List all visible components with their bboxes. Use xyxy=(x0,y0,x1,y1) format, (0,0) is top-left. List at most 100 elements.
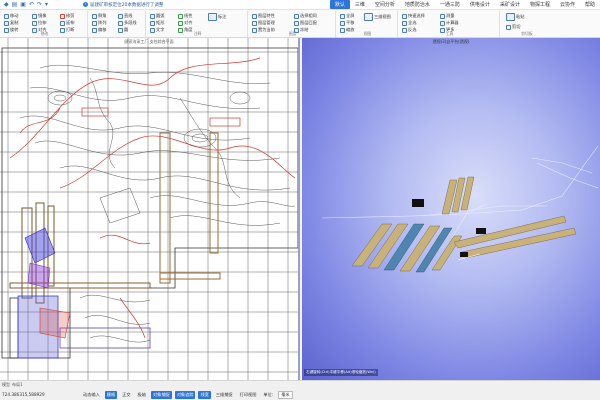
dimension-button[interactable]: 标注 xyxy=(208,13,226,21)
tab-model[interactable]: 模型 xyxy=(2,382,10,388)
calculator-button[interactable]: 计算器 xyxy=(440,20,459,26)
layer-manager-button[interactable]: 图层管理 xyxy=(252,20,275,26)
copy-button[interactable]: 复制 xyxy=(4,20,18,26)
arc-button[interactable]: 圆弧 xyxy=(150,13,164,19)
rectangle-button[interactable]: 矩形 xyxy=(150,20,164,26)
dropdown-icon[interactable]: ▾ xyxy=(45,1,48,8)
polyline-button[interactable]: 多段线 xyxy=(118,20,137,26)
group-label-layer: 图层 xyxy=(288,31,297,36)
select-all-button[interactable]: 全选 xyxy=(402,20,416,26)
offset-label: 偏移 xyxy=(98,27,107,32)
perspective-view-3d[interactable]: 透视(3)自平台(透视) 右键旋转(Ctrl)中键平移(Alt)滚轮缩放(Wnl… xyxy=(302,38,600,380)
pan-button[interactable]: 平移 xyxy=(340,20,354,26)
group-label-view: 视图 xyxy=(363,31,372,36)
arc-icon xyxy=(150,13,155,19)
toggle-object-track[interactable]: 对象追踪 xyxy=(174,390,196,399)
cut-button[interactable]: 剪切 xyxy=(506,24,520,30)
rectangle-icon xyxy=(150,20,155,26)
select-same-button[interactable]: 选择相同 xyxy=(294,13,317,19)
toggle-print-view[interactable]: 打印视图 xyxy=(238,391,259,399)
aligned-dim-button[interactable]: 对齐 xyxy=(178,20,192,26)
plan-view-2d[interactable]: 顾家沟采工厂 支柱综合平面 xyxy=(0,38,300,380)
plan-drawing xyxy=(0,38,298,380)
extend-label: 延伸 xyxy=(66,20,75,25)
extend-button[interactable]: 延伸 xyxy=(60,20,74,26)
paste-button[interactable]: 粘贴 xyxy=(506,13,524,21)
trim-button[interactable]: 修剪 xyxy=(60,13,74,19)
title-bar: ◆ ▤ ▣ ↶ ↷ ▾ i 届建矿审核定位20本数据进行了调整 默认 三维 空间… xyxy=(0,0,600,10)
quick-select-button[interactable]: 快速选择 xyxy=(402,13,425,19)
pan-label: 平移 xyxy=(346,20,355,25)
undo-icon[interactable]: ↶ xyxy=(29,1,34,8)
array-label: 阵列 xyxy=(98,20,107,25)
move-button[interactable]: 移动 xyxy=(4,13,18,19)
dimension-label: 标注 xyxy=(218,14,227,19)
redo-icon[interactable]: ↷ xyxy=(37,1,42,8)
dimension-icon xyxy=(208,13,217,21)
menu-power-design[interactable]: 供电设计 xyxy=(465,0,495,9)
layer-match-icon xyxy=(294,20,299,26)
layer-properties-icon xyxy=(252,13,257,19)
ribbon-group-annotate: 圆弧 矩形 文字 线性 对齐 角度 标注 注释 xyxy=(148,11,248,37)
save-icon[interactable]: ▣ xyxy=(20,1,26,8)
ribbon-group-modify: 移动 复制 旋转 镜像 拉伸 对齐 修剪 延伸 打断 修改 xyxy=(2,11,88,37)
stretch-button[interactable]: 拉伸 xyxy=(32,20,46,26)
mirror-icon xyxy=(32,13,37,19)
layer-properties-button[interactable]: 图层特性 xyxy=(252,13,275,19)
menu-default[interactable]: 默认 xyxy=(329,0,350,9)
layer-match-button[interactable]: 图层匹配 xyxy=(294,20,317,26)
line-icon xyxy=(118,13,123,19)
ribbon-group-view: 全屏 平移 缩放 三维视图 视图 xyxy=(338,11,398,37)
app-icon[interactable]: ◆ xyxy=(4,1,9,8)
trim-icon xyxy=(60,13,65,19)
select-same-icon xyxy=(294,13,299,19)
quick-select-label: 快速选择 xyxy=(408,13,425,18)
menu-mining-design[interactable]: 采矿设计 xyxy=(495,0,525,9)
menu-geology-water[interactable]: 地质防治水 xyxy=(400,0,435,9)
toggle-dynamic-input[interactable]: 动态输入 xyxy=(81,391,102,399)
paste-label: 粘贴 xyxy=(516,14,525,19)
ribbon-group-tools: 快速选择 全选 反选 测量 计算器 更多 工具 xyxy=(400,11,500,37)
aligned-dim-label: 对齐 xyxy=(184,20,193,25)
toggle-grid[interactable]: 栅格 xyxy=(104,390,118,399)
ribbon-group-modify-more: 倒角 阵列 偏移 直线 多段线 圆 xyxy=(90,11,146,37)
tab-layout1[interactable]: 布局1 xyxy=(12,382,23,388)
toggle-lineweight[interactable]: 线宽 xyxy=(198,390,211,399)
toggle-polar[interactable]: 极轴 xyxy=(136,391,148,399)
circle-icon xyxy=(118,27,123,33)
copy-label: 复制 xyxy=(10,20,19,25)
fillet-button[interactable]: 倒角 xyxy=(92,13,106,19)
toggle-3d-snap[interactable]: 三维捕捉 xyxy=(214,391,235,399)
array-icon xyxy=(92,20,97,26)
toggle-object-snap[interactable]: 对象捕捉 xyxy=(150,390,172,399)
offset-button[interactable]: 偏移 xyxy=(92,27,106,33)
line-button[interactable]: 直线 xyxy=(118,13,132,19)
notice-banner[interactable]: i 届建矿审核定位20本数据进行了调整 xyxy=(83,2,234,8)
menu-3d[interactable]: 三维 xyxy=(350,0,370,9)
linear-dim-label: 线性 xyxy=(184,13,193,18)
unit-select[interactable]: 毫米 xyxy=(278,390,293,399)
fullscreen-icon xyxy=(340,13,345,19)
toggle-ortho[interactable]: 正交 xyxy=(120,391,132,399)
open-icon[interactable]: ▤ xyxy=(12,1,18,8)
cursor-coordinates: 724.386315,588929 xyxy=(2,392,45,397)
mirror-button[interactable]: 镜像 xyxy=(32,13,46,19)
array-button[interactable]: 阵列 xyxy=(92,20,106,26)
aligned-dim-icon xyxy=(178,20,183,26)
menu-ventilation[interactable]: 一通三防 xyxy=(435,0,465,9)
measure-button[interactable]: 测量 xyxy=(440,13,454,19)
menu-spatial-analysis[interactable]: 空间分析 xyxy=(370,0,400,9)
menu-cloud-collab[interactable]: 云协作 xyxy=(555,0,580,9)
dark-block xyxy=(412,199,424,207)
menu-help[interactable]: 帮助 xyxy=(580,0,600,9)
mine-3d-model xyxy=(321,145,599,273)
layer-match-label: 图层匹配 xyxy=(300,20,317,25)
fullscreen-button[interactable]: 全屏 xyxy=(340,13,354,19)
menu-geophysics[interactable]: 物探工程 xyxy=(525,0,555,9)
linear-dim-button[interactable]: 线性 xyxy=(178,13,192,19)
info-icon: i xyxy=(83,2,89,7)
measure-label: 测量 xyxy=(446,13,455,18)
circle-button[interactable]: 圆 xyxy=(118,27,128,33)
stretch-icon xyxy=(32,20,37,26)
3d-view-button[interactable]: 三维视图 xyxy=(364,13,391,21)
